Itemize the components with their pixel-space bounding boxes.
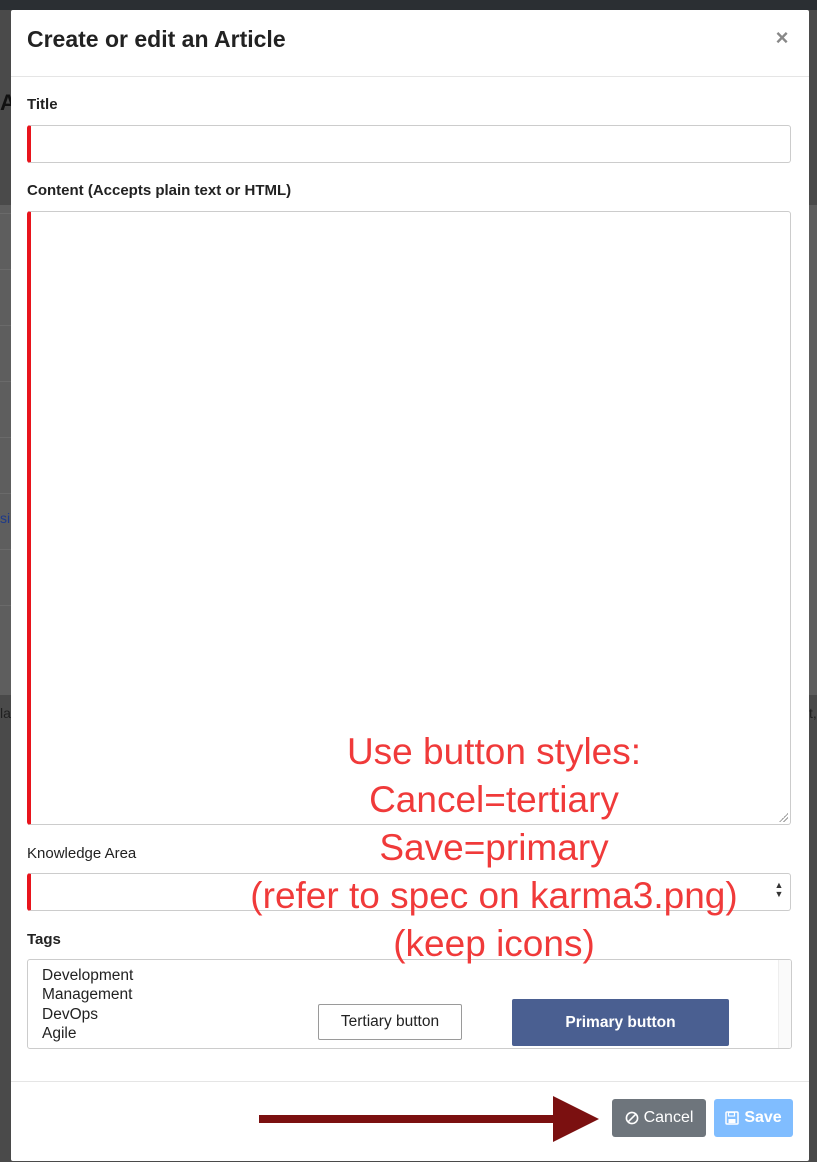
tags-label: Tags bbox=[27, 931, 61, 948]
annotation-line: (keep icons) bbox=[393, 923, 595, 964]
tag-option[interactable]: DevOps bbox=[28, 1005, 133, 1024]
annotation-line: Use button styles: bbox=[346, 731, 642, 772]
backdrop-logo-fragment: A bbox=[0, 90, 11, 115]
annotation-arrow-icon bbox=[259, 1096, 599, 1142]
tag-option[interactable]: Development bbox=[28, 966, 133, 985]
backdrop-divider bbox=[0, 381, 11, 382]
floppy-disk-icon bbox=[725, 1111, 740, 1125]
tags-scrollbar[interactable] bbox=[778, 960, 791, 1048]
backdrop-divider bbox=[0, 213, 11, 214]
tag-option[interactable]: Management bbox=[28, 985, 133, 1004]
cancel-button[interactable]: Cancel bbox=[612, 1099, 706, 1137]
backdrop-divider bbox=[0, 325, 11, 326]
modal-title: Create or edit an Article bbox=[27, 26, 286, 52]
tag-option[interactable]: Agile bbox=[28, 1024, 133, 1043]
modal-header: Create or edit an Article × bbox=[11, 10, 809, 77]
knowledge-area-label: Knowledge Area bbox=[27, 845, 137, 862]
save-button[interactable]: Save bbox=[714, 1099, 793, 1137]
backdrop-divider bbox=[0, 493, 11, 494]
title-label: Title bbox=[27, 96, 58, 113]
backdrop-right-panel bbox=[809, 205, 817, 695]
backdrop-left-panel bbox=[0, 205, 11, 695]
backdrop-link-fragment: si bbox=[0, 510, 11, 526]
annotation-line: (refer to spec on karma3.png) bbox=[250, 875, 738, 916]
cancel-label: Cancel bbox=[643, 1109, 694, 1126]
backdrop-text-fragment: la bbox=[0, 705, 11, 721]
review-annotation: Use button styles: Cancel=tertiary Save=… bbox=[185, 728, 803, 968]
close-icon: × bbox=[775, 25, 789, 50]
backdrop-divider bbox=[0, 269, 11, 270]
save-label: Save bbox=[744, 1109, 782, 1126]
backdrop-text-fragment: t, bbox=[809, 705, 817, 721]
article-modal: Create or edit an Article × Title Conten… bbox=[11, 10, 809, 1161]
annotation-line: Cancel=tertiary bbox=[369, 779, 619, 820]
primary-button-sample: Primary button bbox=[512, 999, 729, 1046]
ban-icon bbox=[625, 1111, 638, 1125]
backdrop-divider bbox=[0, 437, 11, 438]
tags-list: Development Management DevOps Agile bbox=[28, 966, 133, 1043]
backdrop-divider bbox=[0, 605, 11, 606]
close-button[interactable]: × bbox=[771, 26, 793, 50]
title-input[interactable] bbox=[27, 125, 791, 163]
annotation-line: Save=primary bbox=[379, 827, 609, 868]
backdrop-divider bbox=[0, 549, 11, 550]
tertiary-button-sample: Tertiary button bbox=[318, 1004, 462, 1040]
backdrop-topbar bbox=[0, 0, 817, 10]
content-label: Content (Accepts plain text or HTML) bbox=[27, 182, 292, 199]
